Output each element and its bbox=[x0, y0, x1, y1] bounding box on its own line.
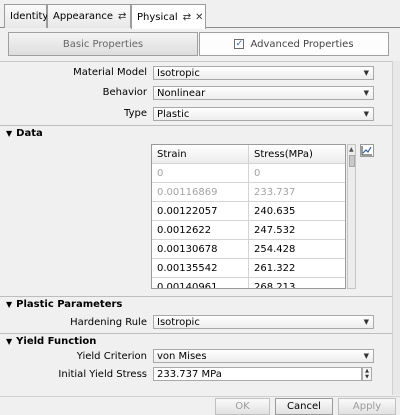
strain-cell: 0.00116869 bbox=[152, 183, 249, 202]
stress-cell[interactable]: 240.635 bbox=[249, 202, 345, 221]
yield-criterion-select[interactable]: von Mises ▼ bbox=[153, 349, 374, 363]
basic-properties-label: Basic Properties bbox=[62, 38, 144, 50]
collapse-triangle-icon: ▼ bbox=[6, 129, 13, 138]
type-select[interactable]: Plastic ▼ bbox=[153, 107, 374, 121]
scroll-thumb[interactable] bbox=[349, 155, 355, 167]
table-row[interactable]: 0.00140961 268.213 bbox=[152, 278, 345, 288]
chevron-down-icon: ▼ bbox=[363, 318, 369, 326]
stress-cell[interactable]: 247.532 bbox=[249, 221, 345, 240]
stress-cell[interactable]: 268.213 bbox=[249, 278, 345, 288]
stress-cell: 0 bbox=[254, 168, 261, 179]
table-row[interactable]: 0 0 bbox=[152, 164, 345, 183]
table-row[interactable]: 0.00116869 233.737 bbox=[152, 183, 345, 202]
tab-label: Appearance bbox=[53, 11, 114, 22]
material-model-value: Isotropic bbox=[157, 67, 200, 79]
apply-button[interactable]: Apply bbox=[338, 398, 396, 415]
type-label: Type bbox=[124, 108, 147, 119]
type-value: Plastic bbox=[157, 108, 190, 120]
tab-identity[interactable]: Identity bbox=[4, 4, 49, 28]
stress-cell[interactable]: 254.428 bbox=[249, 240, 345, 259]
data-section-title: Data bbox=[16, 128, 43, 139]
section-divider bbox=[0, 333, 392, 334]
chart-graphic bbox=[361, 146, 372, 156]
chevron-down-icon: ▼ bbox=[363, 352, 369, 360]
behavior-value: Nonlinear bbox=[157, 87, 206, 99]
section-divider bbox=[0, 296, 392, 297]
tab-label: Identity bbox=[10, 11, 49, 22]
stress-strain-table[interactable]: Strain Stress(MPa) 0 0 0.00116869 233.73… bbox=[151, 144, 346, 289]
section-divider bbox=[0, 125, 392, 126]
tab-physical[interactable]: Physical ⇄ ✕ bbox=[131, 4, 206, 29]
collapse-triangle-icon: ▼ bbox=[6, 300, 13, 309]
hardening-rule-label: Hardening Rule bbox=[70, 317, 147, 328]
advanced-checkbox[interactable]: ✓ bbox=[234, 38, 245, 49]
tab-strip: Identity Appearance ⇄ ✕ Physical ⇄ ✕ bbox=[0, 0, 400, 29]
advanced-properties-label: Advanced Properties bbox=[250, 38, 354, 50]
material-model-label: Material Model bbox=[73, 67, 147, 78]
strain-cell[interactable]: 0.00140961 bbox=[152, 278, 249, 288]
hardening-rule-value: Isotropic bbox=[157, 316, 200, 328]
strain-cell[interactable]: 0.00135542 bbox=[152, 259, 249, 278]
basic-properties-button[interactable]: Basic Properties bbox=[8, 32, 198, 56]
column-header-stress[interactable]: Stress(MPa) bbox=[249, 145, 345, 164]
collapse-triangle-icon: ▼ bbox=[6, 337, 13, 346]
spinner-stepper[interactable]: ▲ ▼ bbox=[362, 367, 372, 381]
yield-criterion-value: von Mises bbox=[157, 350, 207, 362]
initial-yield-stress-label: Initial Yield Stress bbox=[58, 369, 147, 380]
table-row[interactable]: 0.00122057 240.635 bbox=[152, 202, 345, 221]
stress-cell[interactable]: 261.322 bbox=[249, 259, 345, 278]
check-icon: ✓ bbox=[235, 38, 244, 49]
ok-button[interactable]: OK bbox=[215, 398, 270, 415]
table-scrollbar[interactable]: ▲ bbox=[347, 144, 356, 289]
scroll-up-icon[interactable]: ▲ bbox=[349, 146, 354, 153]
strain-cell: 0 bbox=[152, 164, 249, 183]
close-icon[interactable]: ✕ bbox=[195, 12, 203, 23]
plastic-section-header[interactable]: ▼ Plastic Parameters bbox=[6, 299, 122, 310]
material-model-select[interactable]: Isotropic ▼ bbox=[153, 66, 374, 80]
cancel-button[interactable]: Cancel bbox=[275, 398, 333, 415]
link-arrows-icon[interactable]: ⇄ bbox=[118, 11, 126, 22]
behavior-label: Behavior bbox=[102, 87, 147, 98]
strain-cell[interactable]: 0.00130678 bbox=[152, 240, 249, 259]
chevron-down-icon: ▼ bbox=[363, 69, 369, 77]
table-row[interactable]: 0.0012622 247.532 bbox=[152, 221, 345, 240]
table-row[interactable]: 0.00135542 261.322 bbox=[152, 259, 345, 278]
initial-yield-stress-input[interactable]: 233.737 MPa bbox=[153, 367, 362, 381]
yield-section-header[interactable]: ▼ Yield Function bbox=[6, 336, 96, 347]
tab-appearance[interactable]: Appearance ⇄ ✕ bbox=[47, 4, 139, 28]
panel-scrollbar[interactable] bbox=[392, 61, 400, 395]
behavior-select[interactable]: Nonlinear ▼ bbox=[153, 86, 374, 100]
table-row[interactable]: 0.00130678 254.428 bbox=[152, 240, 345, 259]
column-header-strain[interactable]: Strain bbox=[152, 145, 249, 164]
plastic-section-title: Plastic Parameters bbox=[16, 299, 123, 310]
chart-icon[interactable] bbox=[360, 144, 374, 157]
chevron-down-icon: ▼ bbox=[363, 89, 369, 97]
advanced-properties-button[interactable]: ✓ Advanced Properties bbox=[199, 32, 389, 56]
strain-cell[interactable]: 0.0012622 bbox=[152, 221, 249, 240]
link-arrows-icon[interactable]: ⇄ bbox=[183, 12, 191, 23]
chevron-down-icon: ▼ bbox=[363, 110, 369, 118]
hardening-rule-select[interactable]: Isotropic ▼ bbox=[153, 315, 374, 329]
table-header-row: Strain Stress(MPa) bbox=[152, 145, 345, 164]
yield-criterion-label: Yield Criterion bbox=[76, 351, 147, 362]
data-section-header[interactable]: ▼ Data bbox=[6, 128, 43, 139]
stress-cell: 233.737 bbox=[254, 187, 296, 198]
strain-cell[interactable]: 0.00122057 bbox=[152, 202, 249, 221]
tab-label: Physical bbox=[137, 11, 178, 23]
yield-section-title: Yield Function bbox=[16, 336, 97, 347]
initial-yield-stress-value: 233.737 MPa bbox=[157, 368, 222, 380]
